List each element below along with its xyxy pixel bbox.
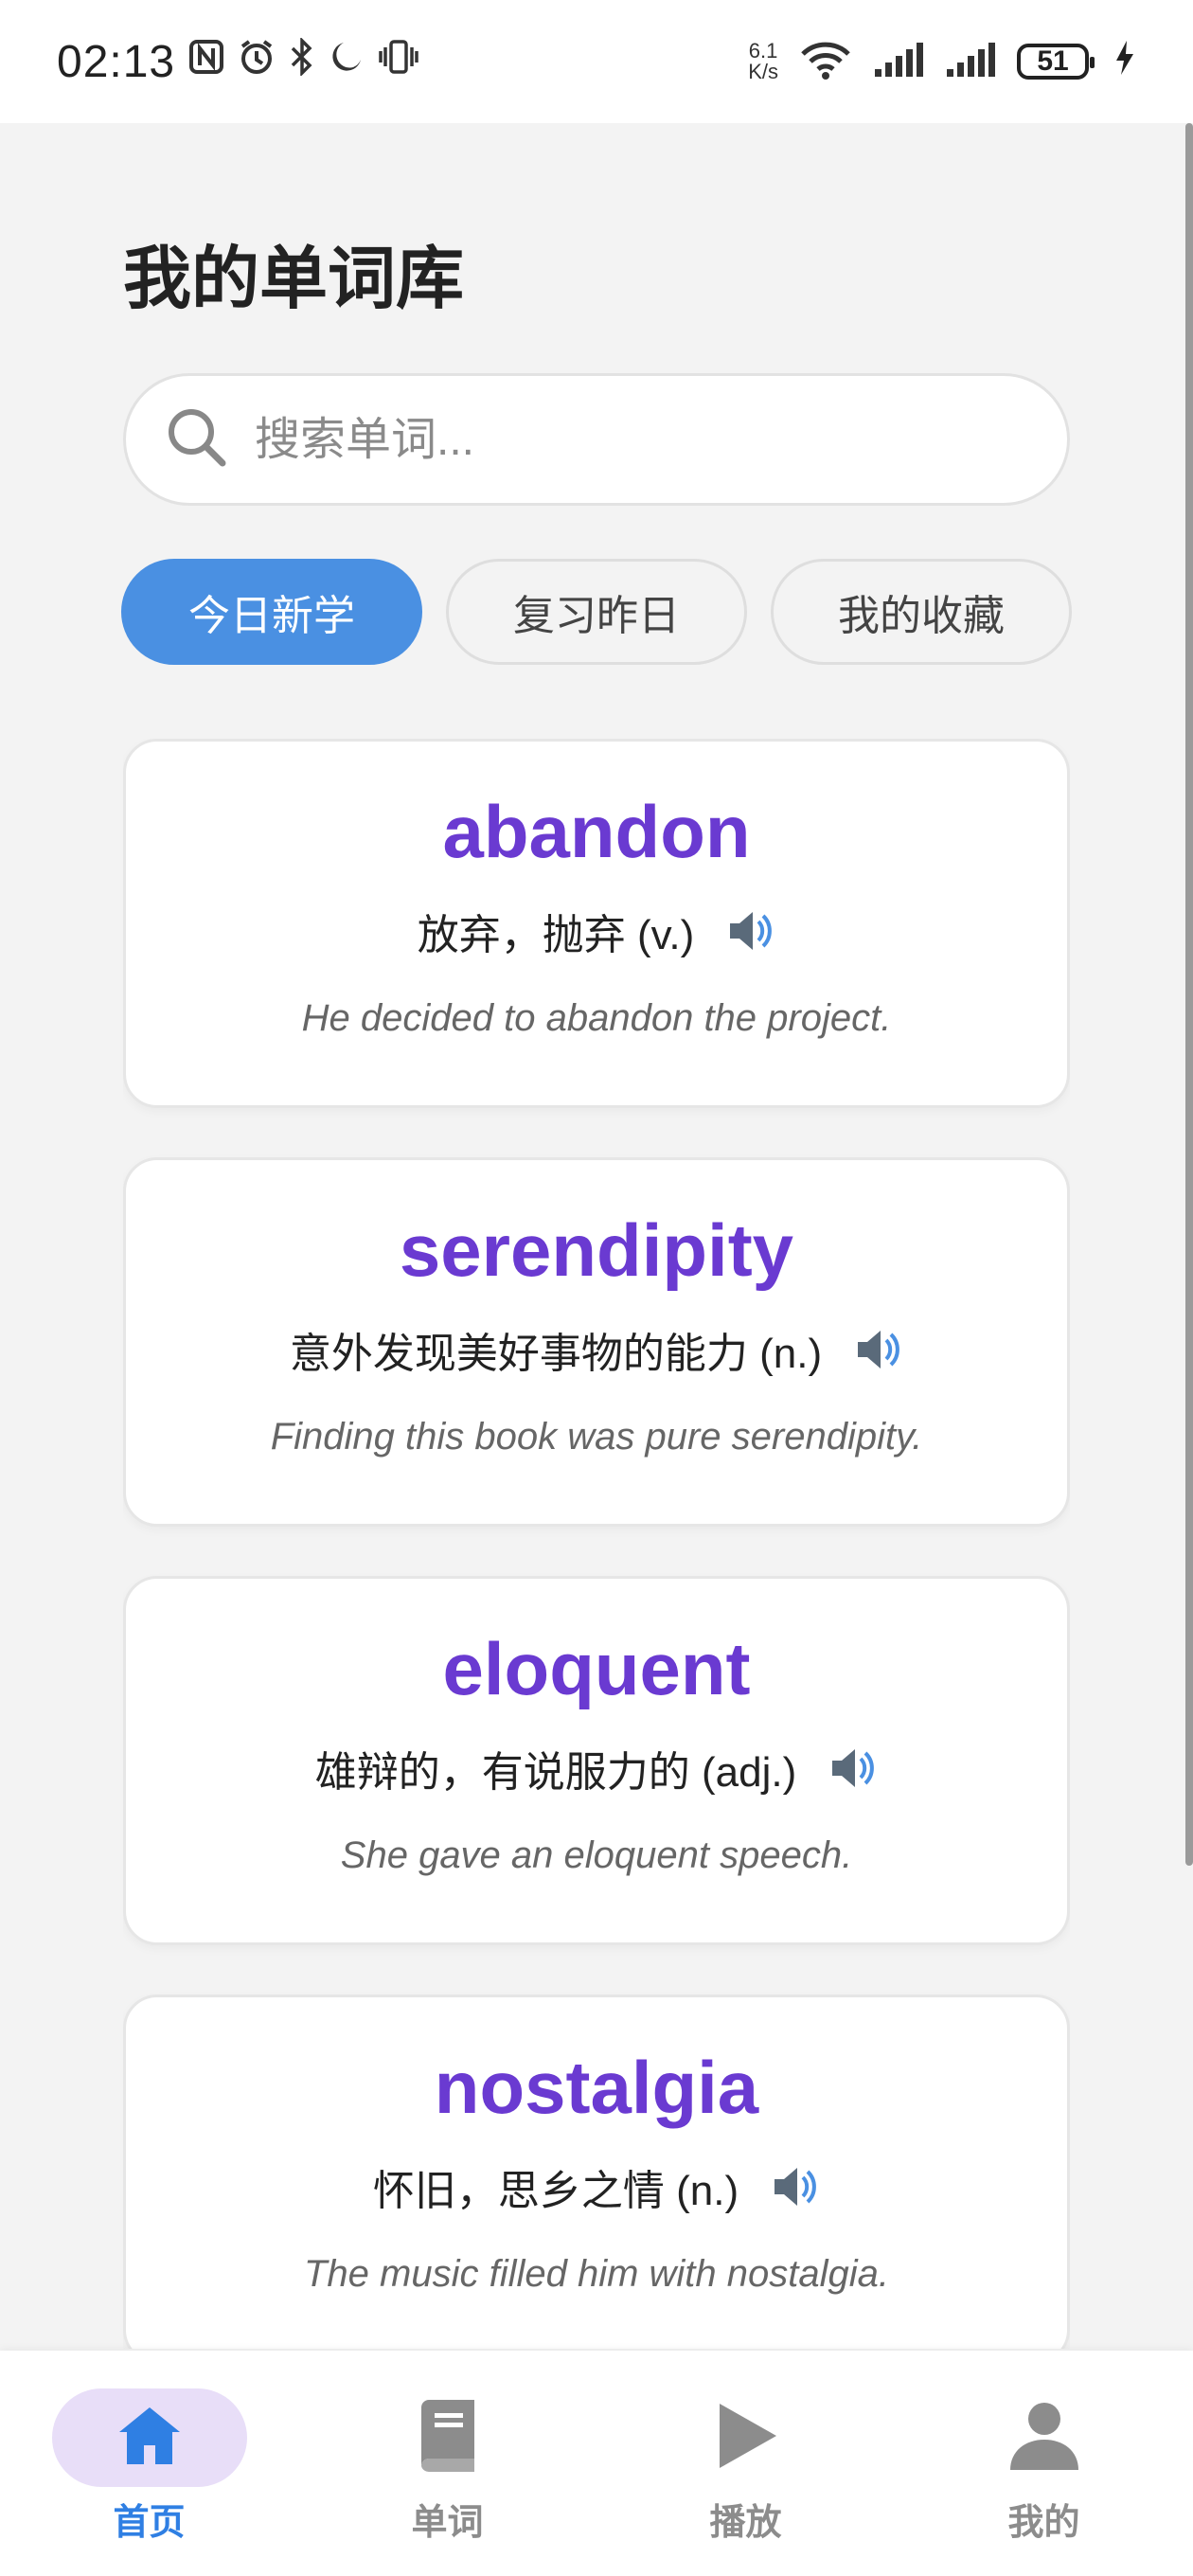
- word-text: nostalgia: [434, 2046, 759, 2129]
- tab-today-new[interactable]: 今日新学: [121, 559, 422, 665]
- status-left: 02:13: [57, 36, 419, 88]
- vibrate-icon: [378, 38, 419, 85]
- word-text: eloquent: [442, 1627, 751, 1710]
- battery-indicator: 51: [1017, 44, 1095, 80]
- signal-icon-2: [945, 41, 996, 83]
- play-icon: [712, 2400, 780, 2477]
- word-example: He decided to abandon the project.: [301, 997, 892, 1039]
- word-meaning: 雄辩的，有说服力的 (adj.): [314, 1749, 797, 1796]
- word-card[interactable]: nostalgia 怀旧，思乡之情 (n.) The music filled …: [123, 1995, 1070, 2349]
- meaning-row: 雄辩的，有说服力的 (adj.): [126, 1738, 1067, 1798]
- alarm-icon: [238, 38, 276, 85]
- nav-icon-container: [649, 2388, 844, 2487]
- tab-review-yesterday[interactable]: 复习昨日: [446, 559, 747, 665]
- charging-icon: [1113, 39, 1136, 85]
- net-speed-value: 6.1: [748, 39, 778, 63]
- word-example: She gave an eloquent speech.: [340, 1834, 853, 1876]
- meaning-row: 意外发现美好事物的能力 (n.): [126, 1319, 1067, 1380]
- word-text: abandon: [442, 790, 751, 873]
- search-box[interactable]: [123, 373, 1070, 506]
- home-icon: [116, 2402, 184, 2475]
- word-meaning: 意外发现美好事物的能力 (n.): [289, 1331, 823, 1377]
- word-card[interactable]: abandon 放弃，抛弃 (v.) He decided to abandon…: [123, 739, 1070, 1108]
- speaker-icon[interactable]: [767, 2160, 820, 2213]
- word-card[interactable]: eloquent 雄辩的，有说服力的 (adj.) She gave an el…: [123, 1576, 1070, 1945]
- word-example: Finding this book was pure serendipity.: [270, 1416, 923, 1458]
- nav-icon-container: [350, 2388, 545, 2487]
- nav-label-home: 首页: [113, 2503, 186, 2543]
- speaker-icon[interactable]: [825, 1742, 878, 1795]
- word-example: The music filled him with nostalgia.: [303, 2253, 890, 2295]
- filter-tabs: 今日新学 复习昨日 我的收藏: [121, 559, 1072, 665]
- signal-icon: [873, 41, 924, 83]
- word-text: serendipity: [399, 1208, 794, 1292]
- word-meaning: 怀旧，思乡之情 (n.): [372, 2168, 739, 2214]
- nav-item-profile[interactable]: 我的: [926, 2351, 1163, 2576]
- nav-item-words[interactable]: 单词: [329, 2351, 566, 2576]
- word-list: abandon 放弃，抛弃 (v.) He decided to abandon…: [123, 739, 1070, 2349]
- book-icon: [414, 2398, 482, 2478]
- status-right: 6.1 K/s 51: [748, 39, 1136, 85]
- status-bar: 02:13 6.1 K/s 51: [0, 0, 1193, 123]
- page-title: 我的单词库: [123, 242, 465, 317]
- bluetooth-icon: [289, 36, 315, 85]
- speaker-icon[interactable]: [850, 1323, 903, 1376]
- scrollbar[interactable]: [1185, 123, 1193, 1866]
- speaker-icon[interactable]: [722, 904, 775, 957]
- nav-item-home[interactable]: 首页: [31, 2351, 268, 2576]
- bottom-nav: 首页 单词 播放 我的: [0, 2351, 1193, 2576]
- nav-icon-container: [947, 2388, 1142, 2487]
- wifi-icon: [799, 39, 852, 85]
- nfc-icon: [188, 39, 224, 84]
- nav-label-words: 单词: [411, 2503, 484, 2543]
- tab-favorites[interactable]: 我的收藏: [771, 559, 1072, 665]
- word-card[interactable]: serendipity 意外发现美好事物的能力 (n.) Finding thi…: [123, 1157, 1070, 1527]
- nav-label-profile: 我的: [1007, 2503, 1080, 2543]
- status-time: 02:13: [57, 36, 176, 87]
- word-meaning: 放弃，抛弃 (v.): [417, 912, 695, 958]
- meaning-row: 怀旧，思乡之情 (n.): [126, 2156, 1067, 2217]
- meaning-row: 放弃，抛弃 (v.): [126, 901, 1067, 961]
- net-speed: 6.1 K/s: [748, 41, 778, 82]
- moon-icon: [329, 39, 365, 84]
- nav-icon-container: [51, 2388, 247, 2487]
- search-input[interactable]: [253, 412, 995, 467]
- person-icon: [1008, 2400, 1080, 2477]
- nav-label-play: 播放: [709, 2503, 782, 2543]
- nav-item-play[interactable]: 播放: [628, 2351, 864, 2576]
- net-speed-unit: K/s: [748, 60, 778, 83]
- search-icon: [164, 404, 230, 475]
